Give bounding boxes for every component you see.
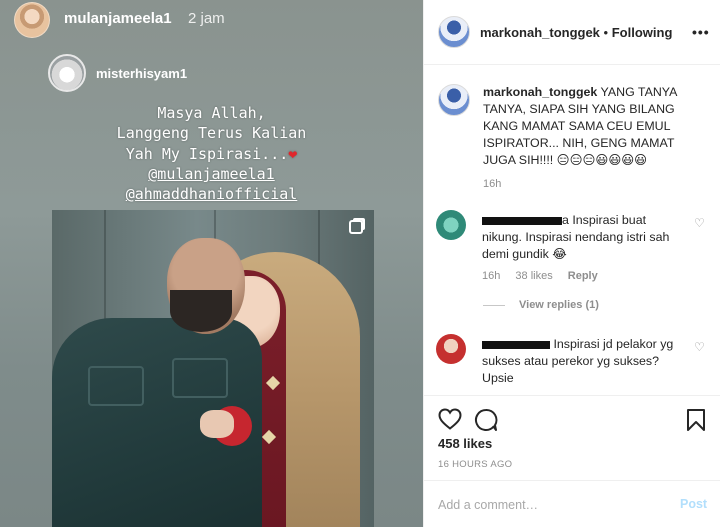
commenter-avatar[interactable] (436, 210, 466, 240)
like-heart-icon[interactable] (438, 408, 462, 430)
likes-count[interactable]: 458 likes (438, 436, 492, 451)
post-timestamp: 16 HOURS AGO (438, 459, 513, 470)
story-screenshot: mulanjameela1 2 jam misterhisyam1 Masya … (0, 0, 423, 527)
post-comment-button[interactable]: Post (680, 497, 707, 511)
redacted-username (482, 216, 562, 225)
author-avatar[interactable] (438, 16, 470, 48)
save-bookmark-icon[interactable] (686, 408, 706, 432)
jacket-pocket (172, 358, 228, 398)
hand (200, 410, 234, 438)
caption-author-username[interactable]: markonah_tonggek (483, 85, 597, 99)
repost-username: misterhisyam1 (96, 66, 188, 81)
story-caption-line-1: Masya Allah, (157, 104, 266, 122)
comment-body: a Inspirasi buat nikung. Inspirasi nenda… (482, 212, 682, 263)
post-actions: 458 likes 16 HOURS AGO Post (424, 395, 720, 527)
story-caption-line-2: Langgeng Terus Kalian (116, 124, 307, 142)
commenter-avatar[interactable] (436, 334, 466, 364)
comment-likes[interactable]: 38 likes (515, 270, 552, 282)
caption-time: 16h (483, 178, 502, 190)
comment-body: Inspirasi jd pelakor yg sukses atau pere… (482, 336, 682, 387)
header-separator: • (603, 25, 609, 40)
like-comment-heart-icon[interactable]: ♡ (694, 216, 705, 230)
reply-button[interactable]: Reply (568, 270, 598, 282)
jacket-pocket (88, 366, 144, 406)
story-time: 2 jam (188, 10, 225, 27)
view-replies-button[interactable]: View replies (1) (483, 299, 599, 311)
author-username[interactable]: markonah_tonggek (480, 25, 600, 40)
caption-author-avatar[interactable] (438, 84, 470, 116)
story-username: mulanjameela1 (64, 10, 172, 27)
comment-time: 16h (482, 270, 501, 282)
story-caption-line-3: Yah My Ispirasi...❤ (0, 145, 423, 163)
man-beard (170, 290, 232, 332)
more-options-icon[interactable]: ••• (692, 24, 710, 40)
add-comment-bar: Post (424, 480, 720, 527)
heart-emoji: ❤ (288, 145, 298, 163)
comment-item: a Inspirasi buat nikung. Inspirasi nenda… (436, 210, 716, 290)
story-avatar (14, 2, 50, 38)
story-caption-line-3-text: Yah My Ispirasi... (125, 145, 289, 163)
redacted-username (482, 340, 550, 349)
story-mention-1: @mulanjameela1 (148, 165, 275, 183)
multiple-photos-icon (349, 220, 363, 234)
like-comment-heart-icon[interactable]: ♡ (694, 340, 705, 354)
post-header: markonah_tonggek • Following ••• (424, 0, 720, 65)
couple-photo (52, 210, 374, 527)
post-caption: markonah_tonggek YANG TANYA TANYA, SIAPA… (483, 84, 708, 169)
comment-meta: 16h 38 likes Reply (482, 270, 610, 282)
comment-item: Inspirasi jd pelakor yg sukses atau pere… (436, 334, 716, 387)
comment-bubble-icon[interactable] (474, 408, 498, 432)
comment-input[interactable] (438, 495, 658, 515)
header-user-line: markonah_tonggek • Following (480, 25, 672, 40)
post-panel: markonah_tonggek • Following ••• markona… (423, 0, 720, 527)
story-mention-2: @ahmaddhaniofficial (125, 185, 298, 203)
replies-dash (483, 304, 505, 306)
view-replies-label: View replies (1) (519, 299, 599, 311)
following-button[interactable]: Following (612, 25, 673, 40)
repost-avatar (48, 54, 86, 92)
